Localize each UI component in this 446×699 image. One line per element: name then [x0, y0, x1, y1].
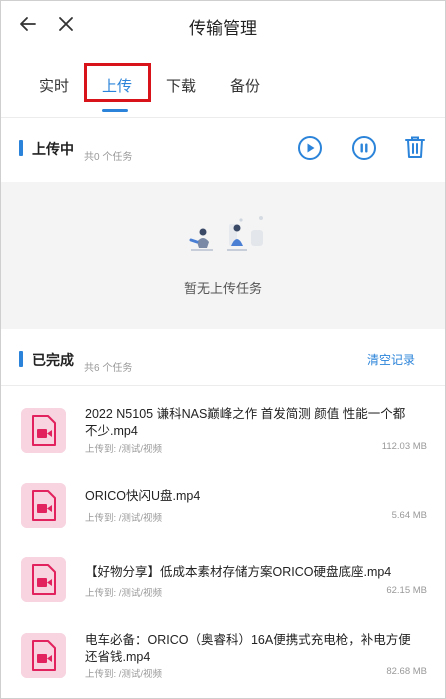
divider	[1, 385, 445, 386]
file-name: 电车必备：ORICO（奥睿科）16A便携式充电枪，补电方便还省钱.mp4	[85, 633, 411, 664]
top-bar: 传输管理	[1, 1, 445, 49]
empty-state-text: 暂无上传任务	[183, 281, 262, 296]
completed-section-header: 已完成 共6 个任务 清空记录	[1, 329, 445, 385]
page-title: 传输管理	[189, 19, 257, 38]
section-marker	[19, 140, 23, 156]
uploading-count: 共0 个任务	[84, 152, 133, 163]
section-marker	[19, 351, 23, 367]
video-file-icon	[21, 633, 66, 678]
tab-realtime[interactable]: 实时	[39, 75, 69, 96]
tab-active-indicator	[102, 109, 128, 112]
video-file-icon	[21, 483, 66, 528]
upload-empty-state: 暂无上传任务	[1, 182, 445, 329]
tab-download[interactable]: 下载	[166, 75, 196, 96]
file-name: 【好物分享】低成本素材存储方案ORICO硬盘底座.mp4	[85, 565, 392, 579]
transfer-manager-screen: 传输管理 实时 上传 下载 备份 上传中 共0 个任务 暂无上传任务 已完成 共…	[0, 0, 446, 699]
file-size: 82.68 MB	[386, 666, 427, 677]
list-item[interactable]: 2022 N5105 谦科NAS巅峰之作 首发简测 颜值 性能一个都不少.mp4…	[1, 396, 445, 476]
file-size: 62.15 MB	[386, 585, 427, 596]
video-file-icon	[21, 408, 66, 453]
file-size: 112.03 MB	[381, 441, 427, 452]
uploading-title: 上传中	[32, 141, 74, 157]
file-path: 上传到: /测试/视频	[85, 513, 163, 524]
tab-backup[interactable]: 备份	[230, 75, 260, 96]
completed-count: 共6 个任务	[84, 363, 133, 374]
start-all-button[interactable]	[297, 135, 323, 161]
file-path: 上传到: /测试/视频	[85, 588, 163, 599]
clear-records-link[interactable]: 清空记录	[367, 351, 415, 368]
pause-all-button[interactable]	[351, 135, 377, 161]
uploading-section-header: 上传中 共0 个任务	[1, 118, 445, 178]
file-path: 上传到: /测试/视频	[85, 444, 163, 455]
tab-upload-highlight-box	[84, 63, 151, 102]
completed-title: 已完成	[32, 352, 74, 368]
file-name: ORICO快闪U盘.mp4	[85, 489, 201, 503]
file-name: 2022 N5105 谦科NAS巅峰之作 首发简测 颜值 性能一个都不少.mp4	[85, 407, 406, 438]
file-size: 5.64 MB	[391, 510, 427, 521]
delete-all-button[interactable]	[402, 134, 428, 160]
file-path: 上传到: /测试/视频	[85, 669, 163, 680]
list-item[interactable]: ORICO快闪U盘.mp4 上传到: /测试/视频 5.64 MB	[1, 478, 445, 558]
empty-illustration-icon	[189, 216, 263, 251]
video-file-icon	[21, 557, 66, 602]
list-item[interactable]: 电车必备：ORICO（奥睿科）16A便携式充电枪，补电方便还省钱.mp4 上传到…	[1, 621, 445, 698]
